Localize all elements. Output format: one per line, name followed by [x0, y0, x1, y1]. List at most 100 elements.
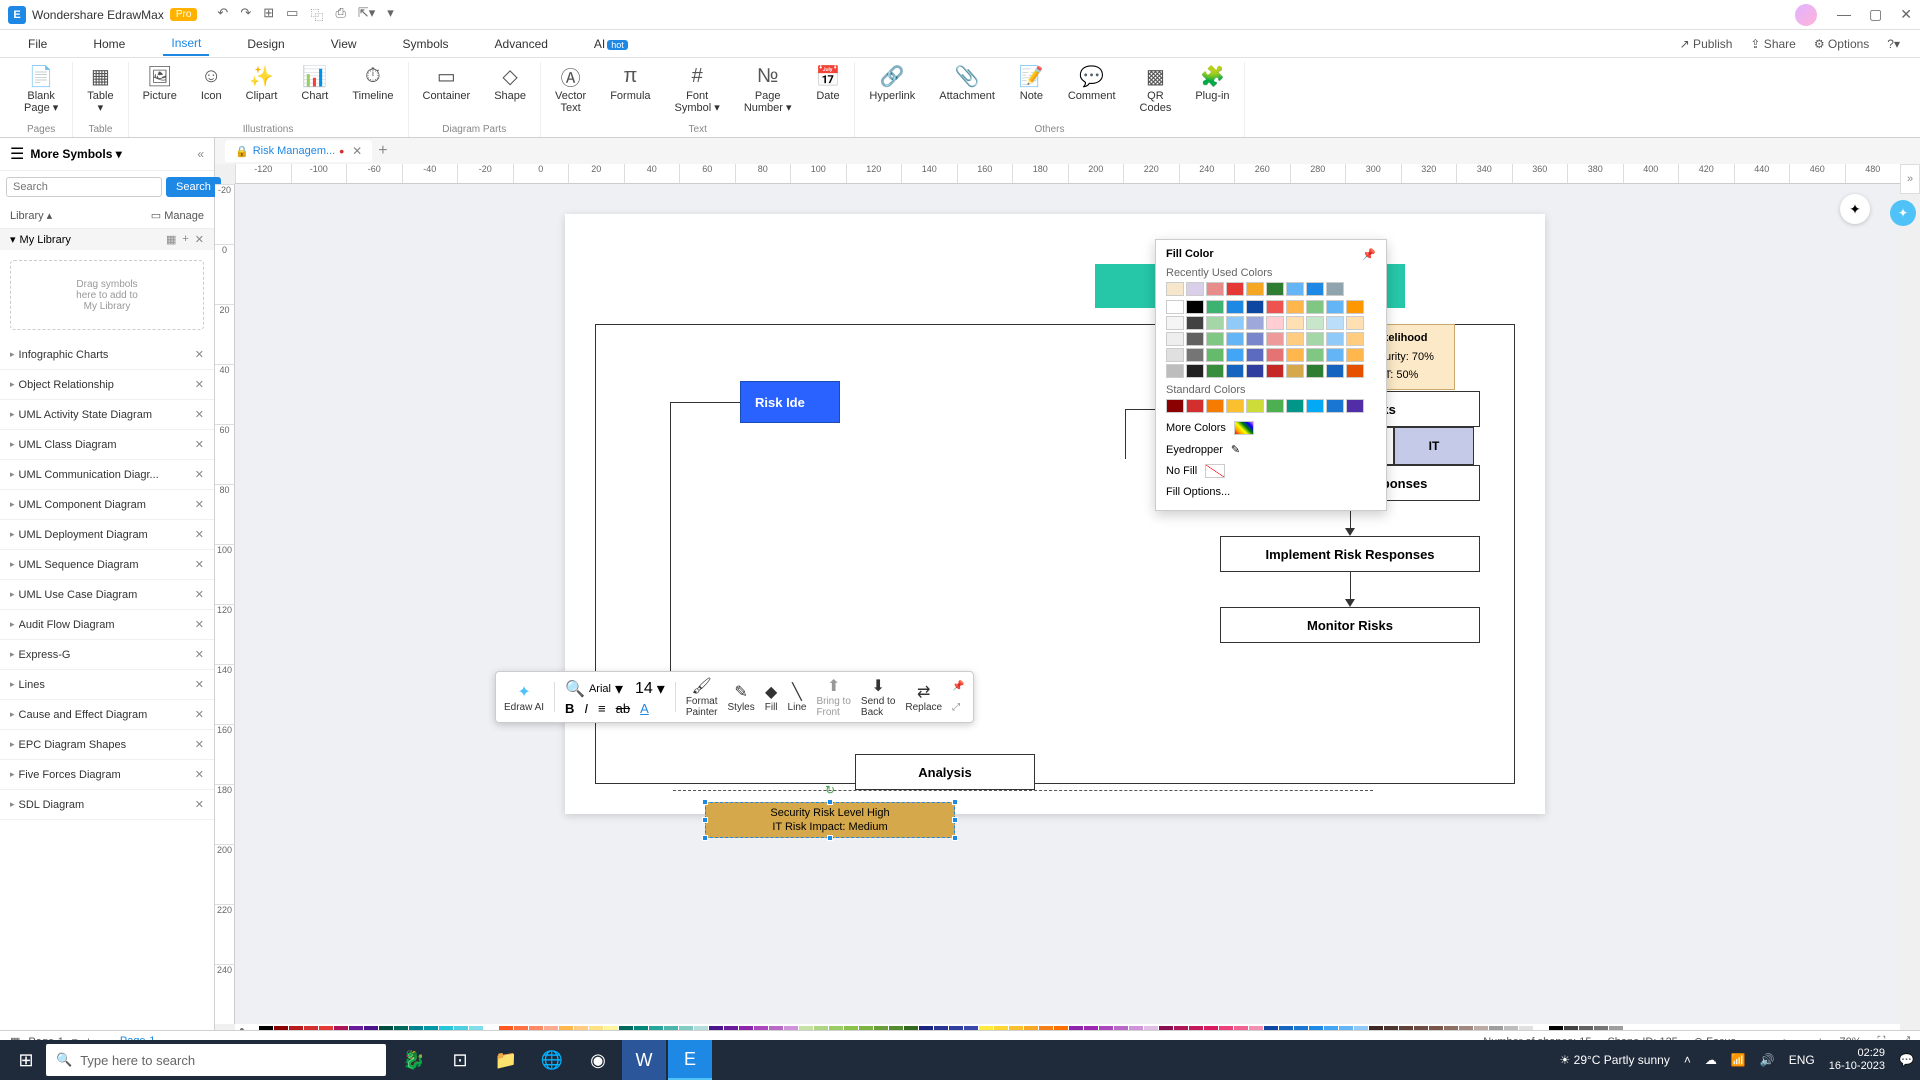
color-swatch[interactable]	[1266, 364, 1284, 378]
color-swatch[interactable]	[1326, 332, 1344, 346]
color-swatch[interactable]	[1346, 348, 1364, 362]
menu-design[interactable]: Design	[239, 33, 292, 55]
color-swatch[interactable]	[1346, 332, 1364, 346]
menu-advanced[interactable]: Advanced	[487, 33, 556, 55]
task-taskview-icon[interactable]: ⊡	[438, 1040, 482, 1080]
redo-icon[interactable]: ↷	[240, 5, 251, 24]
library-toggle[interactable]: Library ▴	[10, 209, 52, 222]
font-search-icon[interactable]: 🔍	[565, 679, 585, 699]
category-close-icon[interactable]: ✕	[195, 678, 204, 691]
ribbon-timeline[interactable]: ⏱Timeline	[348, 62, 397, 104]
rotate-handle-icon[interactable]: ↻	[825, 783, 835, 799]
color-swatch[interactable]	[1306, 332, 1324, 346]
color-swatch[interactable]	[1206, 348, 1224, 362]
color-swatch[interactable]	[1246, 399, 1264, 413]
color-swatch[interactable]	[1286, 348, 1304, 362]
color-swatch[interactable]	[1286, 282, 1304, 296]
ribbon-date[interactable]: 📅Date	[812, 62, 845, 116]
italic-icon[interactable]: I	[584, 701, 588, 716]
color-swatch[interactable]	[1306, 399, 1324, 413]
color-swatch[interactable]	[1306, 316, 1324, 330]
ribbon-icon[interactable]: ☺Icon	[197, 62, 226, 104]
category-item[interactable]: ▸UML Activity State Diagram✕	[0, 400, 214, 430]
category-item[interactable]: ▸Express-G✕	[0, 640, 214, 670]
category-item[interactable]: ▸Audit Flow Diagram✕	[0, 610, 214, 640]
category-item[interactable]: ▸UML Component Diagram✕	[0, 490, 214, 520]
font-color-icon[interactable]: A	[640, 701, 649, 716]
node-monitor[interactable]: Monitor Risks	[1220, 607, 1480, 643]
ribbon-table[interactable]: ▦Table ▾	[83, 62, 117, 116]
node-selected-annotation[interactable]: Security Risk Level High IT Risk Impact:…	[705, 802, 955, 838]
task-dragon-icon[interactable]: 🐉	[392, 1040, 436, 1080]
task-explorer-icon[interactable]: 📁	[484, 1040, 528, 1080]
category-item[interactable]: ▸Object Relationship✕	[0, 370, 214, 400]
color-swatch[interactable]	[1286, 399, 1304, 413]
node-analysis[interactable]: Analysis	[855, 754, 1035, 790]
color-swatch[interactable]	[1226, 399, 1244, 413]
color-swatch[interactable]	[1346, 300, 1364, 314]
color-swatch[interactable]	[1166, 300, 1184, 314]
document-tab[interactable]: 🔒 Risk Managem... • ✕	[225, 140, 372, 162]
ribbon-clipart[interactable]: ✨Clipart	[242, 62, 282, 104]
color-swatch[interactable]	[1306, 300, 1324, 314]
mylib-close-icon[interactable]: ✕	[195, 233, 204, 246]
tray-chevron-icon[interactable]: ˄	[1684, 1053, 1691, 1067]
menu-home[interactable]: Home	[85, 33, 133, 55]
color-swatch[interactable]	[1186, 399, 1204, 413]
weather-widget[interactable]: ☀ 29°C Partly sunny	[1560, 1053, 1670, 1067]
ribbon-hyperlink[interactable]: 🔗Hyperlink	[865, 62, 919, 116]
color-swatch[interactable]	[1306, 282, 1324, 296]
share-button[interactable]: ⇪ Share	[1750, 37, 1795, 51]
color-swatch[interactable]	[1186, 316, 1204, 330]
color-swatch[interactable]	[1186, 300, 1204, 314]
ribbon-note[interactable]: 📝Note	[1015, 62, 1048, 116]
bring-front-button[interactable]: ⬆Bring to Front	[816, 676, 850, 718]
ribbon-qr[interactable]: ▩QR Codes	[1136, 62, 1176, 116]
color-swatch[interactable]	[1206, 316, 1224, 330]
color-swatch[interactable]	[1226, 300, 1244, 314]
category-close-icon[interactable]: ✕	[195, 648, 204, 661]
color-swatch[interactable]	[1206, 364, 1224, 378]
pin-icon[interactable]: 📌	[1362, 248, 1376, 261]
strike-icon[interactable]: ab	[616, 701, 630, 716]
category-close-icon[interactable]: ✕	[195, 408, 204, 421]
color-swatch[interactable]	[1226, 364, 1244, 378]
menu-ai[interactable]: AIhot	[586, 33, 636, 55]
symbol-search-button[interactable]: Search	[166, 177, 221, 197]
edraw-ai-button[interactable]: ✦ Edraw AI	[504, 682, 544, 713]
color-swatch[interactable]	[1326, 348, 1344, 362]
color-swatch[interactable]	[1246, 282, 1264, 296]
ribbon-font[interactable]: #Font Symbol ▾	[671, 62, 724, 116]
mini-toolbar-pin-icon[interactable]: 📌	[952, 681, 964, 692]
color-swatch[interactable]	[1266, 332, 1284, 346]
category-close-icon[interactable]: ✕	[195, 708, 204, 721]
maximize-button[interactable]: ▢	[1869, 6, 1882, 23]
task-edge-icon[interactable]: 🌐	[530, 1040, 574, 1080]
category-item[interactable]: ▸SDL Diagram✕	[0, 790, 214, 820]
category-close-icon[interactable]: ✕	[195, 558, 204, 571]
replace-button[interactable]: ⇄Replace	[905, 682, 942, 713]
color-swatch[interactable]	[1266, 348, 1284, 362]
color-swatch[interactable]	[1246, 316, 1264, 330]
menu-file[interactable]: File	[20, 33, 55, 55]
save-icon[interactable]: ⿻	[310, 5, 323, 24]
open-icon[interactable]: ▭	[286, 5, 298, 24]
font-size-select[interactable]: 14	[635, 680, 653, 698]
node-risk-identification[interactable]: Risk Ide	[740, 381, 840, 423]
color-swatch[interactable]	[1206, 332, 1224, 346]
color-swatch[interactable]	[1346, 399, 1364, 413]
panel-title[interactable]: More Symbols ▾	[30, 147, 197, 161]
color-swatch[interactable]	[1266, 399, 1284, 413]
color-swatch[interactable]	[1286, 316, 1304, 330]
color-swatch[interactable]	[1246, 300, 1264, 314]
right-ai-button[interactable]: ✦	[1890, 200, 1916, 226]
color-swatch[interactable]	[1326, 300, 1344, 314]
category-close-icon[interactable]: ✕	[195, 588, 204, 601]
color-swatch[interactable]	[1166, 316, 1184, 330]
hamburger-icon[interactable]: ☰	[10, 144, 24, 164]
color-swatch[interactable]	[1326, 399, 1344, 413]
tray-volume-icon[interactable]: 🔊	[1760, 1053, 1775, 1067]
close-button[interactable]: ✕	[1900, 6, 1912, 23]
ribbon-container[interactable]: ▭Container	[419, 62, 475, 104]
fill-button[interactable]: ◆Fill	[765, 682, 778, 713]
